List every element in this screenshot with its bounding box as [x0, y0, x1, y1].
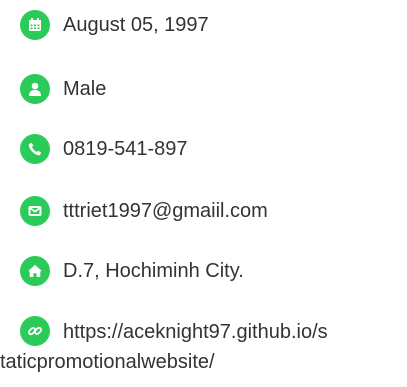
- email-text: tttriet1997@gmaiil.com: [63, 200, 268, 222]
- phone-text: 0819-541-897: [63, 138, 188, 160]
- home-icon: [20, 256, 50, 286]
- phone-row: 0819-541-897: [20, 131, 188, 167]
- address-text: D.7, Hochiminh City.: [63, 260, 244, 282]
- gender-row: Male: [20, 71, 106, 107]
- website-link-line2[interactable]: taticpromotionalwebsite/: [0, 351, 215, 373]
- email-row: tttriet1997@gmaiil.com: [20, 193, 268, 229]
- website-link-line1[interactable]: https://aceknight97.github.io/s: [63, 321, 328, 343]
- address-row: D.7, Hochiminh City.: [20, 253, 244, 289]
- website-block: https://aceknight97.github.io/s taticpro…: [0, 317, 407, 377]
- birthday-text: August 05, 1997: [63, 14, 209, 36]
- birthday-row: August 05, 1997: [20, 7, 209, 43]
- calendar-icon: [20, 10, 50, 40]
- user-icon: [20, 74, 50, 104]
- envelope-icon: [20, 196, 50, 226]
- phone-icon: [20, 134, 50, 164]
- gender-text: Male: [63, 78, 107, 100]
